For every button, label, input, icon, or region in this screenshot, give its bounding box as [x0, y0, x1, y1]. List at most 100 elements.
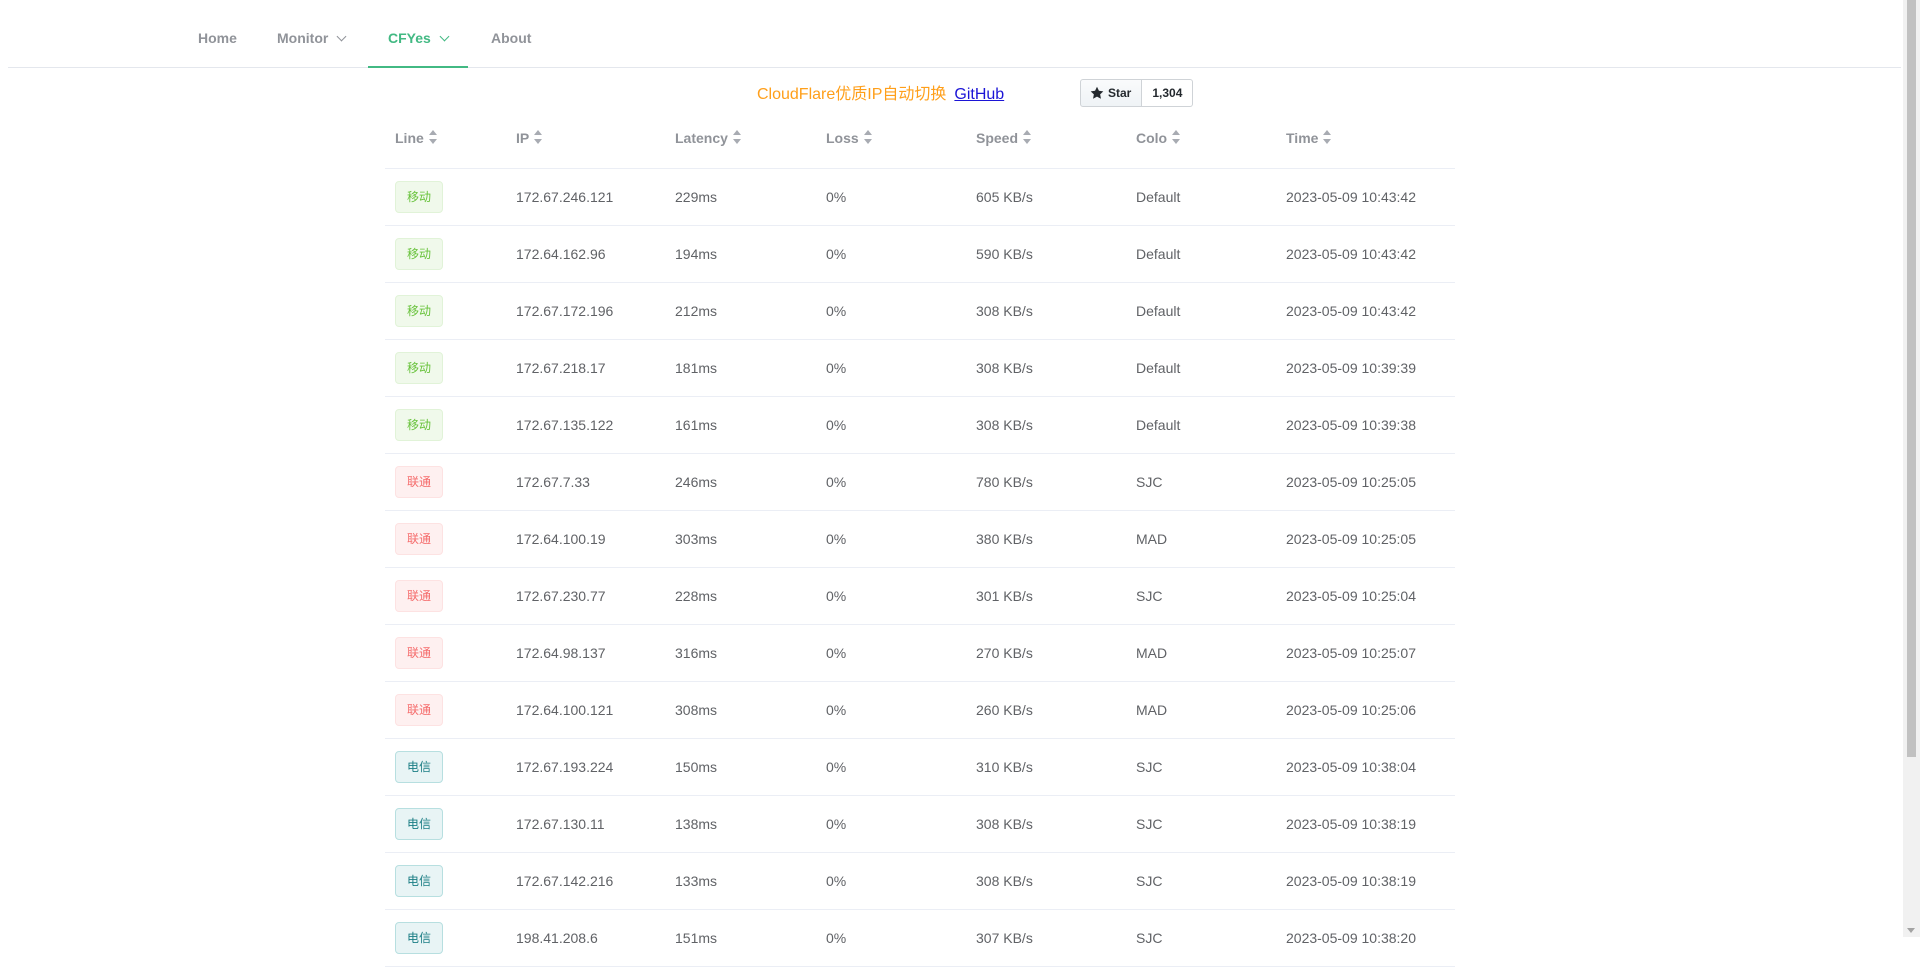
- sort-icon[interactable]: [533, 130, 543, 145]
- line-tag: 联通: [395, 580, 444, 612]
- nav-item-monitor[interactable]: Monitor: [277, 0, 347, 68]
- nav-item-about[interactable]: About: [491, 0, 531, 68]
- table-row[interactable]: 移动 172.67.135.122 161ms 0% 308 KB/s Default 20…: [385, 397, 1455, 454]
- table-row[interactable]: 电信 172.67.130.11 138ms 0% 308 KB/s SJC 2023-05…: [385, 796, 1455, 853]
- table-row[interactable]: 电信 172.67.193.224 150ms 0% 310 KB/s SJC 2023-0…: [385, 739, 1455, 796]
- loss-cell: 0%: [826, 189, 847, 205]
- time-cell: 2023-05-09 10:25:07: [1286, 645, 1416, 661]
- page-title: CloudFlare优质IP自动切换: [757, 86, 947, 103]
- chevron-down-icon: [336, 31, 347, 42]
- latency-cell: 133ms: [675, 873, 718, 889]
- ip-cell: 172.64.162.96: [516, 246, 606, 262]
- line-cell: 联通: [395, 454, 444, 510]
- table-row[interactable]: 联通 172.64.100.19 303ms 0% 380 KB/s MAD 2023-05…: [385, 511, 1455, 568]
- ip-cell: 172.67.130.11: [516, 816, 605, 832]
- sort-icon[interactable]: [1322, 130, 1332, 145]
- latency-cell: 303ms: [675, 531, 718, 547]
- line-cell: 联通: [395, 511, 444, 567]
- ip-cell: 172.64.100.19: [516, 531, 606, 547]
- loss-cell: 0%: [826, 360, 847, 376]
- sort-icon[interactable]: [863, 130, 873, 145]
- scrollbar-thumb[interactable]: [1907, 0, 1916, 757]
- sort-icon[interactable]: [732, 130, 742, 145]
- table-row[interactable]: 电信 198.41.208.6 151ms 0% 307 KB/s SJC 2023-05-…: [385, 910, 1455, 967]
- column-header-time[interactable]: Time: [1286, 114, 1332, 169]
- colo-cell: SJC: [1136, 816, 1163, 832]
- table-row[interactable]: 联通 172.67.230.77 228ms 0% 301 KB/s SJC 2023-05…: [385, 568, 1455, 625]
- table-row[interactable]: 联通 172.67.7.33 246ms 0% 780 KB/s SJC 2023-05-0…: [385, 454, 1455, 511]
- colo-cell: Default: [1136, 189, 1181, 205]
- column-header-label: Time: [1286, 130, 1319, 146]
- ip-cell: 172.67.193.224: [516, 759, 614, 775]
- colo-cell: Default: [1136, 417, 1181, 433]
- line-tag: 电信: [395, 808, 444, 840]
- colo-cell: SJC: [1136, 873, 1163, 889]
- column-header-colo[interactable]: Colo: [1136, 114, 1181, 169]
- table-row[interactable]: 电信 172.67.142.216 133ms 0% 308 KB/s SJC 2023-0…: [385, 853, 1455, 910]
- github-star-button[interactable]: Star: [1080, 79, 1143, 107]
- line-cell: 移动: [395, 340, 444, 396]
- table-row[interactable]: 联通 172.64.100.121 308ms 0% 260 KB/s MAD 2023-0…: [385, 682, 1455, 739]
- loss-cell: 0%: [826, 417, 847, 433]
- loss-cell: 0%: [826, 303, 847, 319]
- column-header-latency[interactable]: Latency: [675, 114, 742, 169]
- latency-cell: 194ms: [675, 246, 718, 262]
- nav-item-home[interactable]: Home: [198, 0, 237, 68]
- time-cell: 2023-05-09 10:39:39: [1286, 360, 1416, 376]
- nav-item-label: About: [491, 30, 532, 46]
- time-cell: 2023-05-09 10:38:19: [1286, 873, 1416, 889]
- time-cell: 2023-05-09 10:43:42: [1286, 303, 1416, 319]
- latency-cell: 151ms: [675, 930, 718, 946]
- nav-item-label: Monitor: [277, 30, 329, 46]
- time-cell: 2023-05-09 10:25:04: [1286, 588, 1416, 604]
- scroll-down-arrow-icon[interactable]: [1907, 928, 1915, 933]
- loss-cell: 0%: [826, 759, 847, 775]
- chevron-down-icon: [439, 31, 450, 42]
- speed-cell: 270 KB/s: [976, 645, 1033, 661]
- colo-cell: SJC: [1136, 474, 1163, 490]
- time-cell: 2023-05-09 10:43:42: [1286, 189, 1416, 205]
- latency-cell: 246ms: [675, 474, 718, 490]
- line-tag: 移动: [395, 409, 444, 441]
- sort-icon[interactable]: [1171, 130, 1181, 145]
- colo-cell: MAD: [1136, 702, 1168, 718]
- ip-table: Line IP Latency Loss Speed Colo Time 移动 1…: [385, 114, 1455, 967]
- line-tag: 联通: [395, 523, 444, 555]
- table-row[interactable]: 移动 172.67.172.196 212ms 0% 308 KB/s Default 20…: [385, 283, 1455, 340]
- column-header-line[interactable]: Line: [395, 114, 438, 169]
- line-tag: 联通: [395, 637, 444, 669]
- ip-cell: 172.67.135.122: [516, 417, 614, 433]
- latency-cell: 316ms: [675, 645, 718, 661]
- column-header-speed[interactable]: Speed: [976, 114, 1032, 169]
- speed-cell: 310 KB/s: [976, 759, 1033, 775]
- table-row[interactable]: 联通 172.64.98.137 316ms 0% 270 KB/s MAD 2023-05…: [385, 625, 1455, 682]
- line-tag: 移动: [395, 181, 444, 213]
- line-cell: 联通: [395, 682, 444, 738]
- github-link[interactable]: GitHub: [954, 86, 1004, 103]
- time-cell: 2023-05-09 10:43:42: [1286, 246, 1416, 262]
- loss-cell: 0%: [826, 873, 847, 889]
- sort-icon[interactable]: [1022, 130, 1032, 145]
- column-header-loss[interactable]: Loss: [826, 114, 873, 169]
- top-nav: Home Monitor CFYes About: [8, 0, 1901, 68]
- table-row[interactable]: 移动 172.64.162.96 194ms 0% 590 KB/s Default 202…: [385, 226, 1455, 283]
- table-row[interactable]: 移动 172.67.218.17 181ms 0% 308 KB/s Default 202…: [385, 340, 1455, 397]
- latency-cell: 181ms: [675, 360, 718, 376]
- ip-cell: 172.67.218.17: [516, 360, 606, 376]
- table-row[interactable]: 移动 172.67.246.121 229ms 0% 605 KB/s Default 20…: [385, 169, 1455, 226]
- nav-item-label: CFYes: [388, 30, 431, 46]
- loss-cell: 0%: [826, 816, 847, 832]
- nav-item-cfyes[interactable]: CFYes: [368, 0, 468, 68]
- column-header-label: Colo: [1136, 130, 1168, 146]
- column-header-ip[interactable]: IP: [516, 114, 543, 169]
- colo-cell: MAD: [1136, 531, 1168, 547]
- speed-cell: 308 KB/s: [976, 360, 1033, 376]
- speed-cell: 260 KB/s: [976, 702, 1033, 718]
- colo-cell: SJC: [1136, 588, 1163, 604]
- sort-icon[interactable]: [428, 130, 438, 145]
- vertical-scrollbar[interactable]: [1903, 0, 1920, 937]
- line-tag: 电信: [395, 865, 444, 897]
- latency-cell: 150ms: [675, 759, 718, 775]
- column-header-label: Loss: [826, 130, 859, 146]
- github-star-count[interactable]: 1,304: [1142, 79, 1194, 107]
